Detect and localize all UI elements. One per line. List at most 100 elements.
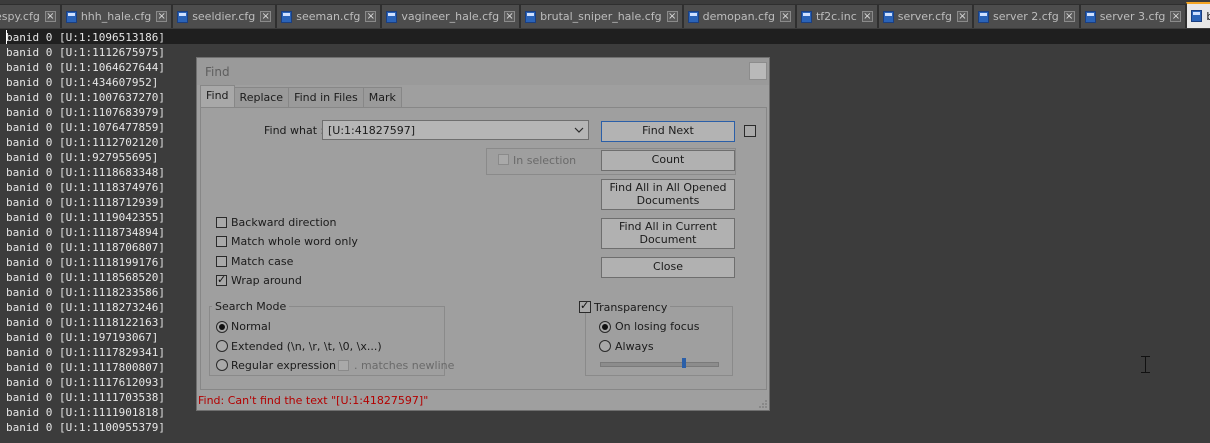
tab-replace[interactable]: Replace <box>233 87 290 107</box>
tab-label: server.cfg <box>897 10 952 23</box>
editor-line[interactable]: banid 0 [U:1:1007637270] <box>6 90 165 105</box>
close-tab-icon[interactable]: × <box>260 11 272 22</box>
tab-label: banned_user.cfg <box>1206 9 1210 23</box>
tab-vagineer-hale-cfg[interactable]: vagineer_hale.cfg × <box>381 4 521 28</box>
editor-line[interactable]: banid 0 [U:1:1118199176] <box>6 255 165 270</box>
in-selection-checkbox[interactable] <box>498 154 509 165</box>
close-tab-icon[interactable]: × <box>861 11 873 22</box>
editor-line[interactable]: banid 0 [U:1:1119042355] <box>6 210 165 225</box>
editor-line[interactable]: banid 0 [U:1:1118568520] <box>6 270 165 285</box>
matches-newline-checkbox[interactable] <box>338 360 349 371</box>
editor-line[interactable]: banid 0 [U:1:1118734894] <box>6 225 165 240</box>
editor-line[interactable]: banid 0 [U:1:1118122163] <box>6 315 165 330</box>
editor-line[interactable]: banid 0 [U:1:434607952] <box>6 75 165 90</box>
find-dialog[interactable]: Find Find Replace Find in Files Mark Fin… <box>196 57 770 411</box>
tab-seeman-cfg[interactable]: seeman.cfg × <box>276 4 382 28</box>
find-all-current-button[interactable]: Find All in Current Document <box>601 218 735 249</box>
ibeam-cursor-icon <box>1141 356 1150 373</box>
match-whole-word-label: Match whole word only <box>231 235 358 248</box>
close-tab-icon[interactable]: × <box>365 11 377 22</box>
wrap-around-checkbox[interactable] <box>216 273 227 286</box>
tab-label: hhh_hale.cfg <box>80 10 152 23</box>
editor-line[interactable]: banid 0 [U:1:1111901818] <box>6 405 165 420</box>
search-mode-extended-radio[interactable] <box>216 340 228 352</box>
editor-line[interactable]: banid 0 [U:1:1111703538] <box>6 390 165 405</box>
find-what-value[interactable]: [U:1:41827597] <box>328 124 415 137</box>
tab-tf2c-inc[interactable]: tf2c.inc × <box>795 4 878 28</box>
count-button[interactable]: Count <box>601 150 735 171</box>
close-button[interactable]: Close <box>601 257 735 278</box>
transparency-slider-track[interactable] <box>600 362 719 367</box>
tab-label: server 3.cfg <box>1099 10 1166 23</box>
file-icon <box>882 10 894 23</box>
backward-direction-checkbox[interactable] <box>216 217 227 228</box>
editor-line[interactable]: banid 0 [U:1:1096513186] <box>6 30 165 45</box>
transparency-always-radio[interactable] <box>599 340 611 352</box>
editor-line[interactable]: banid 0 [U:1:1112675975] <box>6 45 165 60</box>
editor-line[interactable]: banid 0 [U:1:1118273246] <box>6 300 165 315</box>
tab-mark[interactable]: Mark <box>362 87 402 107</box>
tab-banned-user-cfg[interactable]: banned_user.cfg× <box>1186 2 1210 28</box>
close-tab-icon[interactable]: × <box>779 11 791 22</box>
close-tab-icon[interactable]: × <box>504 11 516 22</box>
search-mode-normal-radio[interactable] <box>216 321 228 333</box>
tab-seeldier-cfg[interactable]: seeldier.cfg × <box>172 4 277 28</box>
editor-line[interactable]: banid 0 [U:1:1100955379] <box>6 420 165 435</box>
editor-line[interactable]: banid 0 [U:1:197193067] <box>6 330 165 345</box>
editor-line[interactable]: banid 0 [U:1:1117829341] <box>6 345 165 360</box>
editor-line[interactable]: banid 0 [U:1:1118233586] <box>6 285 165 300</box>
dialog-titlebar[interactable]: Find <box>197 58 769 85</box>
tab-label: brutal_sniper_hale.cfg <box>540 10 662 23</box>
editor-line[interactable]: banid 0 [U:1:1117800807] <box>6 360 165 375</box>
tab-espy-cfg[interactable]: espy.cfg × <box>0 4 61 28</box>
transparency-checkbox[interactable] <box>579 299 591 313</box>
editor-text[interactable]: banid 0 [U:1:1096513186] banid 0 [U:1:111… <box>6 30 165 435</box>
tab-find-in-files[interactable]: Find in Files <box>288 87 364 107</box>
tab-label: seeman.cfg <box>296 10 361 23</box>
close-tab-icon[interactable]: × <box>156 11 168 22</box>
editor-line[interactable]: banid 0 [U:1:1064627644] <box>6 60 165 75</box>
editor-line[interactable]: banid 0 [U:1:927955695] <box>6 150 165 165</box>
tab-server-2-cfg[interactable]: server 2.cfg × <box>972 4 1080 28</box>
close-tab-icon[interactable]: × <box>956 11 968 22</box>
resize-grip-icon[interactable] <box>758 399 768 409</box>
find-next-option-checkbox[interactable] <box>744 125 756 137</box>
tab-hhh-hale-cfg[interactable]: hhh_hale.cfg × <box>60 4 173 28</box>
editor-line[interactable]: banid 0 [U:1:1118683348] <box>6 165 165 180</box>
tab-server-3-cfg[interactable]: server 3.cfg × <box>1079 4 1187 28</box>
match-whole-word-checkbox[interactable] <box>216 236 227 247</box>
find-status-message: Find: Can't find the text "[U:1:41827597… <box>198 394 429 407</box>
dialog-tabs: Find Replace Find in Files Mark <box>200 85 402 107</box>
close-tab-icon[interactable]: × <box>1170 11 1182 22</box>
dialog-close-button[interactable] <box>749 62 767 80</box>
search-mode-regex-label: Regular expression <box>231 359 337 372</box>
close-tab-icon[interactable]: × <box>1063 11 1075 22</box>
editor-line[interactable]: banid 0 [U:1:1112702120] <box>6 135 165 150</box>
editor-line[interactable]: banid 0 [U:1:1076477859] <box>6 120 165 135</box>
transparency-on-losing-focus-radio[interactable] <box>599 321 611 333</box>
tab-demopan-cfg[interactable]: demopan.cfg × <box>682 4 796 28</box>
find-what-label: Find what : <box>264 124 325 137</box>
find-what-combobox[interactable]: [U:1:41827597] <box>322 120 589 140</box>
editor-line[interactable]: banid 0 [U:1:1118712939] <box>6 195 165 210</box>
close-tab-icon[interactable]: × <box>44 11 56 22</box>
find-next-button[interactable]: Find Next <box>601 121 735 142</box>
editor-line[interactable]: banid 0 [U:1:1117612093] <box>6 375 165 390</box>
tab-label: vagineer_hale.cfg <box>401 10 500 23</box>
file-icon <box>1191 10 1203 22</box>
editor-line[interactable]: banid 0 [U:1:1118374976] <box>6 180 165 195</box>
tab-server-cfg[interactable]: server.cfg × <box>877 4 973 28</box>
tab-find[interactable]: Find <box>200 85 235 107</box>
editor-line[interactable]: banid 0 [U:1:1118706807] <box>6 240 165 255</box>
close-tab-icon[interactable]: × <box>666 11 678 22</box>
search-mode-regex-radio[interactable] <box>216 359 228 371</box>
editor-line[interactable]: banid 0 [U:1:1107683979] <box>6 105 165 120</box>
transparency-slider-thumb[interactable] <box>682 358 686 368</box>
tab-brutal-sniper-hale-cfg[interactable]: brutal_sniper_hale.cfg × <box>520 4 683 28</box>
find-all-opened-button[interactable]: Find All in All Opened Documents <box>601 179 735 210</box>
match-case-checkbox[interactable] <box>216 256 227 267</box>
chevron-down-icon[interactable] <box>574 125 584 135</box>
file-icon <box>687 10 699 23</box>
find-all-current-line2: Document <box>639 232 697 246</box>
file-icon <box>1084 10 1096 23</box>
